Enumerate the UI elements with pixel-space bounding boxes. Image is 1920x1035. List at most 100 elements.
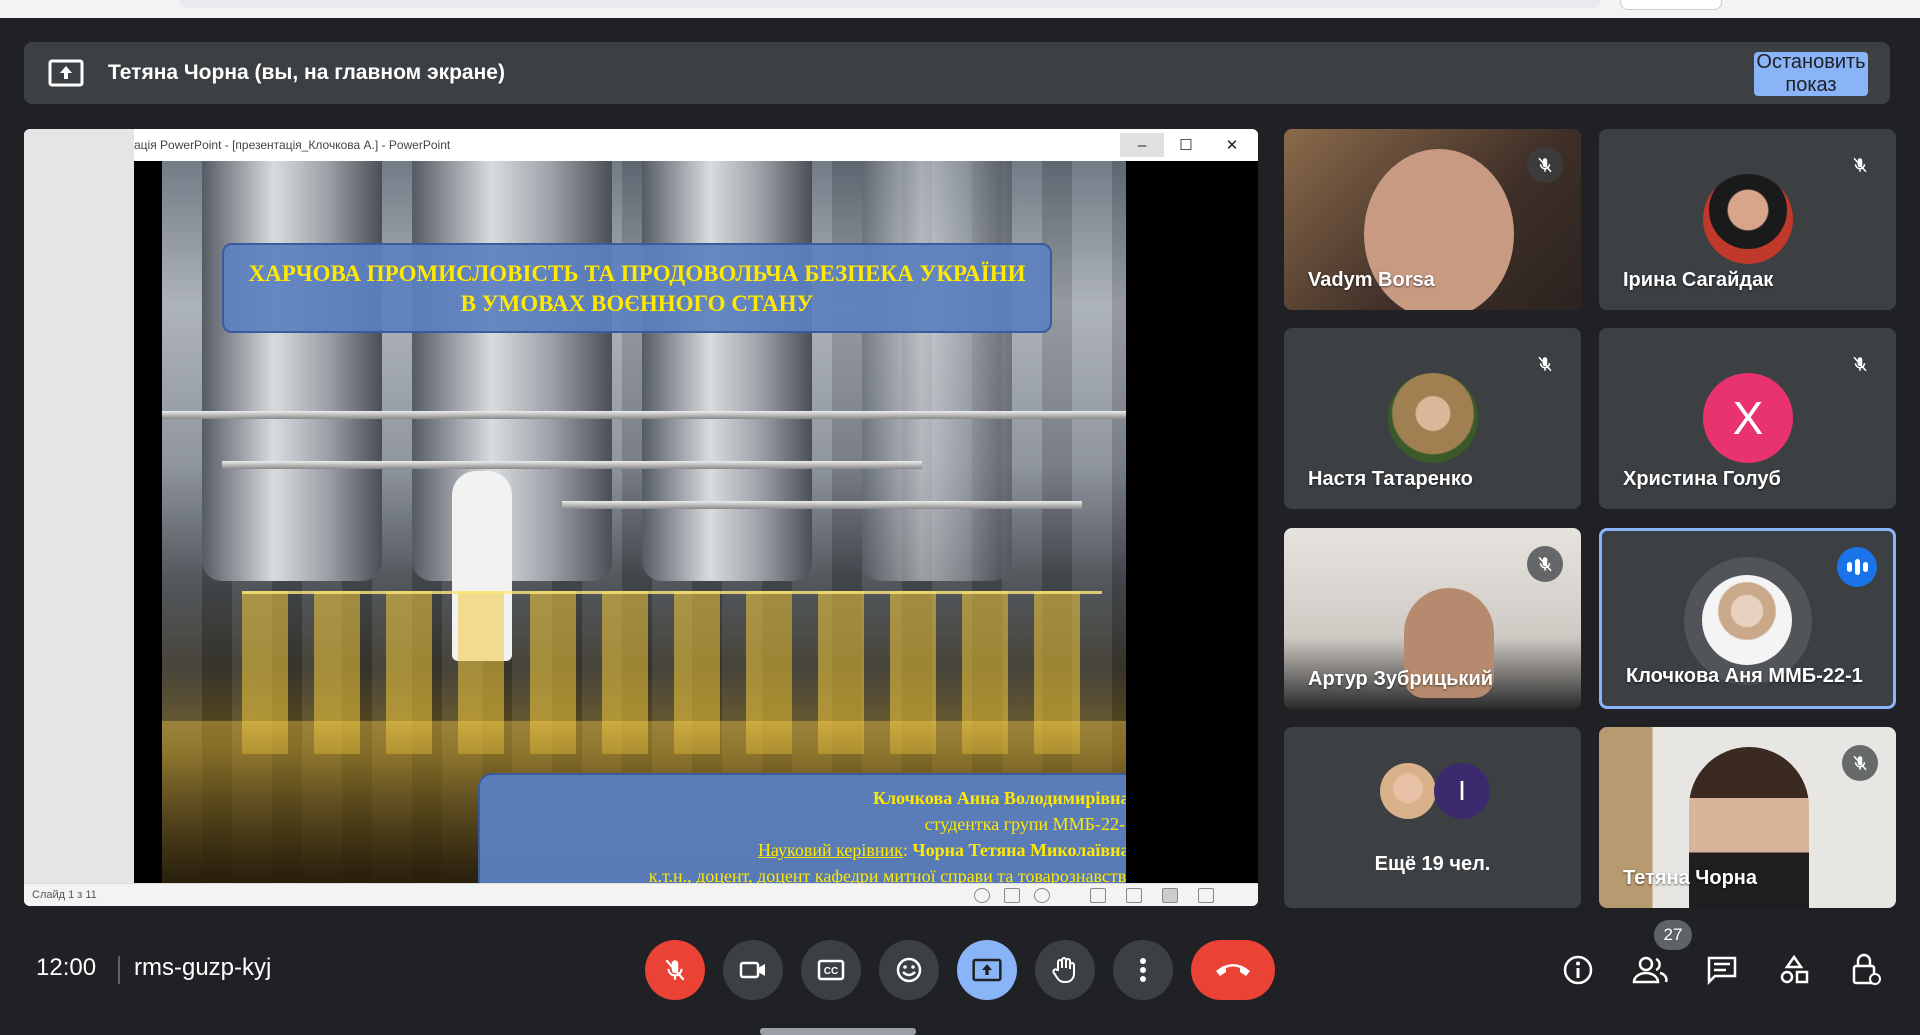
slide-tank-graphic bbox=[202, 161, 382, 581]
separator bbox=[118, 956, 120, 984]
participant-tile[interactable]: Ірина Сагайдак bbox=[1599, 129, 1896, 310]
participant-name: Тетяна Чорна bbox=[1623, 867, 1757, 889]
emoji-icon bbox=[896, 957, 922, 983]
slide-author: Клочкова Анна Володимирівна, bbox=[872, 788, 1126, 808]
hang-up-icon bbox=[1216, 964, 1250, 976]
participant-tile[interactable]: Артур Зубрицький bbox=[1284, 528, 1581, 709]
captions-icon: CC bbox=[817, 959, 845, 981]
slide-pipe-graphic bbox=[562, 501, 1082, 509]
participant-name: Христина Голуб bbox=[1623, 468, 1781, 490]
mic-off-icon bbox=[1527, 346, 1563, 382]
browser-button[interactable] bbox=[1620, 0, 1722, 10]
info-icon bbox=[1563, 955, 1593, 985]
meeting-details-button[interactable] bbox=[1554, 946, 1602, 994]
shared-left-panel bbox=[24, 129, 134, 906]
people-icon bbox=[1632, 956, 1668, 984]
mic-off-icon bbox=[1527, 147, 1563, 183]
camera-icon bbox=[739, 961, 765, 979]
meeting-time: 12:00 bbox=[36, 954, 97, 981]
participant-name: Настя Татаренко bbox=[1308, 468, 1473, 490]
chat-icon bbox=[1707, 956, 1737, 985]
shared-screen: ація PowerPoint - [презентація_Клочкова … bbox=[24, 129, 1258, 906]
normal-view-icon[interactable] bbox=[1090, 888, 1106, 903]
participant-name: Ірина Сагайдак bbox=[1623, 269, 1774, 291]
slide-pipe-graphic bbox=[222, 461, 922, 469]
mic-off-icon bbox=[1842, 346, 1878, 382]
participant-avatar bbox=[1388, 373, 1478, 463]
participant-avatar bbox=[1380, 763, 1436, 819]
participant-tile[interactable]: Настя Татаренко bbox=[1284, 328, 1581, 509]
participant-avatar bbox=[1703, 174, 1793, 264]
mic-toggle-button[interactable] bbox=[645, 940, 705, 1000]
participant-initial-avatar: Х bbox=[1703, 373, 1793, 463]
browser-top-strip bbox=[0, 0, 1920, 18]
mic-off-icon bbox=[1527, 546, 1563, 582]
more-participants-tile[interactable]: І Ещё 19 чел. bbox=[1284, 727, 1581, 908]
slide-title-box: ХАРЧОВА ПРОМИСЛОВІСТЬ ТА ПРОДОВОЛЬЧА БЕЗ… bbox=[222, 243, 1052, 333]
slide-supervisor-name: Чорна Тетяна Миколаївна, bbox=[912, 840, 1126, 860]
slideshow-icon[interactable] bbox=[1198, 888, 1214, 903]
present-now-button[interactable] bbox=[957, 940, 1017, 1000]
chat-button[interactable] bbox=[1698, 946, 1746, 994]
people-button[interactable] bbox=[1626, 946, 1674, 994]
slide-author-box: Клочкова Анна Володимирівна, студентка г… bbox=[478, 773, 1126, 883]
powerpoint-statusbar: Слайд 1 з 11 bbox=[24, 883, 1258, 906]
slide-group: студентка групи ММБ-22-1 bbox=[924, 814, 1126, 834]
next-slide-icon[interactable] bbox=[1034, 888, 1050, 903]
slide-sorter-icon[interactable] bbox=[1126, 888, 1142, 903]
presentation-slide: ХАРЧОВА ПРОМИСЛОВІСТЬ ТА ПРОДОВОЛЬЧА БЕЗ… bbox=[162, 161, 1126, 883]
present-screen-icon bbox=[48, 59, 84, 87]
leave-call-button[interactable] bbox=[1191, 940, 1275, 1000]
browser-address-bar[interactable] bbox=[180, 0, 1600, 8]
powerpoint-titlebar: ація PowerPoint - [презентація_Клочкова … bbox=[134, 129, 1258, 161]
participant-tile-active-speaker[interactable]: Клочкова Аня ММБ-22-1 bbox=[1599, 528, 1896, 709]
participant-name: Vadym Borsa bbox=[1308, 269, 1435, 291]
notes-icon[interactable] bbox=[1004, 888, 1020, 903]
participant-initial-avatar: І bbox=[1434, 763, 1490, 819]
raise-hand-button[interactable] bbox=[1035, 940, 1095, 1000]
stop-presenting-button[interactable]: Остановить показ bbox=[1754, 51, 1868, 96]
camera-toggle-button[interactable] bbox=[723, 940, 783, 1000]
maximize-button[interactable]: ☐ bbox=[1164, 133, 1208, 157]
hand-icon bbox=[1052, 957, 1075, 983]
meeting-control-bar: 12:00 rms-guzp-kyj CC 27 bbox=[0, 918, 1920, 1035]
presenting-bar: Тетяна Чорна (вы, на главном экране) Ост… bbox=[24, 42, 1890, 104]
more-options-button[interactable] bbox=[1113, 940, 1173, 1000]
presenting-title: Тетяна Чорна (вы, на главном экране) bbox=[108, 61, 505, 84]
participant-name: Клочкова Аня ММБ-22-1 bbox=[1626, 665, 1863, 687]
participant-avatar bbox=[1702, 575, 1792, 665]
slide-supervisor-title: к.т.н., доцент, доцент кафедри митної сп… bbox=[648, 866, 1126, 883]
participant-tile[interactable]: Vadym Borsa bbox=[1284, 129, 1581, 310]
more-vert-icon bbox=[1140, 958, 1146, 982]
slide-tank-graphic bbox=[412, 161, 612, 581]
reactions-button[interactable] bbox=[879, 940, 939, 1000]
meeting-code: rms-guzp-kyj bbox=[134, 954, 272, 981]
slide-counter: Слайд 1 з 11 bbox=[32, 889, 97, 901]
slide-title-line2: В УМОВАХ ВОЄННОГО СТАНУ bbox=[460, 291, 814, 316]
host-controls-button[interactable] bbox=[1842, 946, 1890, 994]
slide-supervisor-sep: : bbox=[902, 840, 913, 860]
speaking-indicator-icon bbox=[1837, 547, 1877, 587]
slide-title-line1: ХАРЧОВА ПРОМИСЛОВІСТЬ ТА ПРОДОВОЛЬЧА БЕЗ… bbox=[248, 261, 1026, 286]
activities-button[interactable] bbox=[1770, 946, 1818, 994]
mic-off-icon bbox=[1842, 147, 1878, 183]
minimize-button[interactable]: – bbox=[1120, 133, 1164, 157]
powerpoint-window-title: ація PowerPoint - [презентація_Клочкова … bbox=[134, 138, 451, 152]
slide-supervisor-label: Науковий керівник bbox=[757, 840, 903, 860]
more-participants-label: Ещё 19 чел. bbox=[1374, 853, 1491, 875]
captions-button[interactable]: CC bbox=[801, 940, 861, 1000]
slide-pipe-graphic bbox=[162, 411, 1126, 419]
mic-off-icon bbox=[1842, 745, 1878, 781]
slide-tank-graphic bbox=[642, 161, 812, 581]
reading-view-icon[interactable] bbox=[1162, 888, 1178, 903]
bottom-handle bbox=[760, 1028, 916, 1035]
participant-tile[interactable]: Х Христина Голуб bbox=[1599, 328, 1896, 509]
lock-person-icon bbox=[1852, 953, 1881, 985]
svg-text:CC: CC bbox=[824, 966, 838, 977]
participant-name: Артур Зубрицький bbox=[1308, 668, 1494, 690]
present-screen-icon bbox=[972, 958, 1002, 982]
slide-tank-graphic bbox=[862, 161, 1012, 581]
participant-tile[interactable]: Тетяна Чорна bbox=[1599, 727, 1896, 908]
close-window-button[interactable]: ✕ bbox=[1210, 133, 1254, 157]
prev-slide-icon[interactable] bbox=[974, 888, 990, 903]
